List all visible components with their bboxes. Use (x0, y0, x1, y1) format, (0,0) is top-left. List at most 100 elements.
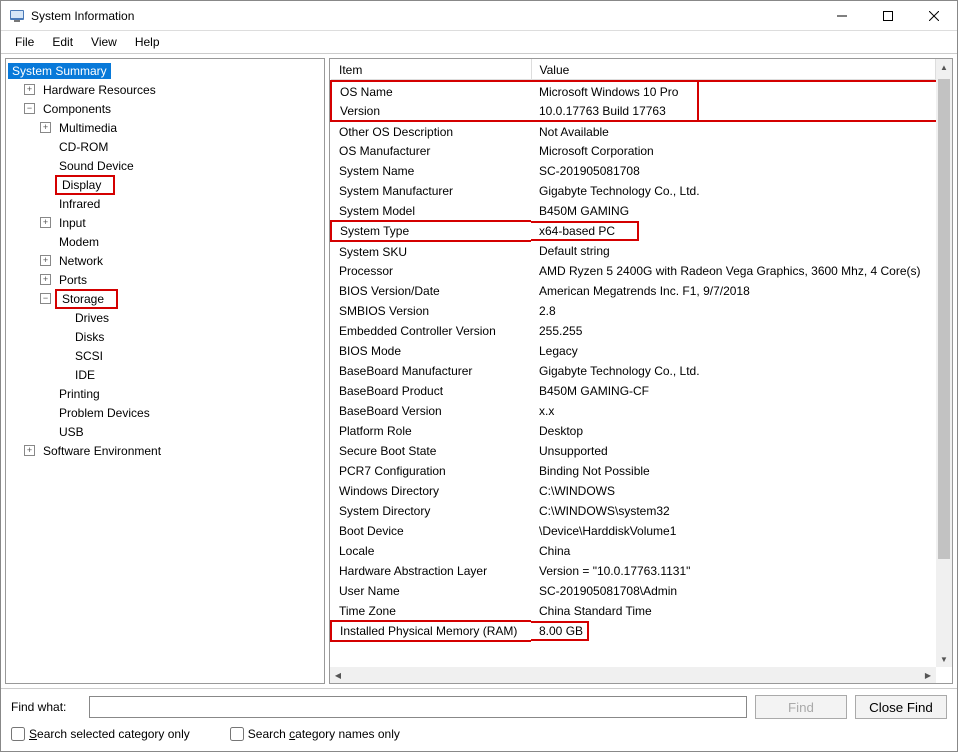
table-row[interactable]: BaseBoard ManufacturerGigabyte Technolog… (331, 361, 936, 381)
menu-help[interactable]: Help (127, 33, 168, 51)
item-cell: User Name (331, 581, 531, 601)
table-row[interactable]: System ModelB450M GAMING (331, 201, 936, 221)
table-row[interactable]: LocaleChina (331, 541, 936, 561)
tree-input[interactable]: Input (55, 215, 90, 231)
expand-icon[interactable]: + (24, 84, 35, 95)
checkbox-icon[interactable] (230, 727, 244, 741)
chk-search-selected[interactable]: Search selected category only (11, 727, 190, 741)
detail-scroll[interactable]: Item Value OS NameMicrosoft Windows 10 P… (330, 59, 952, 683)
table-row[interactable]: OS NameMicrosoft Windows 10 Pro (331, 81, 936, 101)
value-cell: Gigabyte Technology Co., Ltd. (531, 181, 936, 201)
tree-disks[interactable]: Disks (71, 329, 108, 345)
value-cell: Unsupported (531, 441, 936, 461)
maximize-button[interactable] (865, 1, 911, 30)
table-row[interactable]: Other OS DescriptionNot Available (331, 121, 936, 141)
chk-search-names[interactable]: Search category names only (230, 727, 400, 741)
tree-drives[interactable]: Drives (71, 310, 113, 326)
menu-edit[interactable]: Edit (44, 33, 81, 51)
scroll-left-icon[interactable]: ◀ (330, 667, 346, 683)
tree-software-environment[interactable]: Software Environment (39, 443, 165, 459)
table-row[interactable]: Installed Physical Memory (RAM)8.00 GB (331, 621, 936, 641)
tree-display[interactable]: Display (58, 177, 105, 193)
value-cell: Desktop (531, 421, 936, 441)
item-cell: System SKU (331, 241, 531, 261)
table-row[interactable]: Secure Boot StateUnsupported (331, 441, 936, 461)
item-cell: SMBIOS Version (331, 301, 531, 321)
table-row[interactable]: BIOS Version/DateAmerican Megatrends Inc… (331, 281, 936, 301)
scroll-up-icon[interactable]: ▲ (936, 59, 952, 75)
item-cell: Secure Boot State (331, 441, 531, 461)
table-row[interactable]: System NameSC-201905081708 (331, 161, 936, 181)
col-value[interactable]: Value (531, 59, 936, 81)
tree-modem[interactable]: Modem (55, 234, 103, 250)
item-cell: System Manufacturer (331, 181, 531, 201)
table-row[interactable]: System ManufacturerGigabyte Technology C… (331, 181, 936, 201)
table-row[interactable]: PCR7 ConfigurationBinding Not Possible (331, 461, 936, 481)
expand-icon[interactable]: + (40, 122, 51, 133)
menu-view[interactable]: View (83, 33, 125, 51)
tree-system-summary[interactable]: System Summary (8, 63, 111, 79)
table-row[interactable]: OS ManufacturerMicrosoft Corporation (331, 141, 936, 161)
find-input[interactable] (89, 696, 747, 718)
close-button[interactable] (911, 1, 957, 30)
scrollbar-thumb[interactable] (938, 79, 950, 559)
menu-file[interactable]: File (7, 33, 42, 51)
table-row[interactable]: System Typex64-based PC (331, 221, 936, 241)
close-find-button[interactable]: Close Find (855, 695, 947, 719)
item-cell: System Directory (331, 501, 531, 521)
vertical-scrollbar[interactable]: ▲ ▼ (936, 59, 952, 667)
find-button[interactable]: Find (755, 695, 847, 719)
item-cell: Hardware Abstraction Layer (331, 561, 531, 581)
collapse-icon[interactable]: − (40, 293, 51, 304)
horizontal-scrollbar[interactable]: ◀ ▶ (330, 667, 936, 683)
tree-infrared[interactable]: Infrared (55, 196, 104, 212)
table-row[interactable]: SMBIOS Version2.8 (331, 301, 936, 321)
scroll-down-icon[interactable]: ▼ (936, 651, 952, 667)
tree-ide[interactable]: IDE (71, 367, 99, 383)
value-cell: C:\WINDOWS (531, 481, 936, 501)
tree-printing[interactable]: Printing (55, 386, 104, 402)
table-row[interactable]: Windows DirectoryC:\WINDOWS (331, 481, 936, 501)
tree-sound-device[interactable]: Sound Device (55, 158, 138, 174)
value-cell: B450M GAMING (531, 201, 936, 221)
tree-storage[interactable]: Storage (58, 291, 108, 307)
table-row[interactable]: BIOS ModeLegacy (331, 341, 936, 361)
table-row[interactable]: Time ZoneChina Standard Time (331, 601, 936, 621)
table-row[interactable]: ProcessorAMD Ryzen 5 2400G with Radeon V… (331, 261, 936, 281)
tree-cdrom[interactable]: CD-ROM (55, 139, 112, 155)
tree-pane[interactable]: System Summary +Hardware Resources −Comp… (5, 58, 325, 684)
table-row[interactable]: BaseBoard ProductB450M GAMING-CF (331, 381, 936, 401)
table-row[interactable]: System SKUDefault string (331, 241, 936, 261)
table-row[interactable]: Embedded Controller Version255.255 (331, 321, 936, 341)
tree-ports[interactable]: Ports (55, 272, 91, 288)
table-row[interactable]: Platform RoleDesktop (331, 421, 936, 441)
table-row[interactable]: Hardware Abstraction LayerVersion = "10.… (331, 561, 936, 581)
table-row[interactable]: Version10.0.17763 Build 17763 (331, 101, 936, 121)
col-item[interactable]: Item (331, 59, 531, 81)
tree-problem-devices[interactable]: Problem Devices (55, 405, 154, 421)
scroll-right-icon[interactable]: ▶ (920, 667, 936, 683)
collapse-icon[interactable]: − (24, 103, 35, 114)
titlebar: System Information (1, 1, 957, 31)
expand-icon[interactable]: + (40, 217, 51, 228)
table-row[interactable]: BaseBoard Versionx.x (331, 401, 936, 421)
item-cell: Installed Physical Memory (RAM) (331, 621, 531, 641)
expand-icon[interactable]: + (40, 255, 51, 266)
expand-icon[interactable]: + (24, 445, 35, 456)
detail-pane: Item Value OS NameMicrosoft Windows 10 P… (329, 58, 953, 684)
value-cell: Microsoft Windows 10 Pro (531, 81, 936, 101)
tree-multimedia[interactable]: Multimedia (55, 120, 121, 136)
table-row[interactable]: User NameSC-201905081708\Admin (331, 581, 936, 601)
value-cell: 2.8 (531, 301, 936, 321)
tree-components[interactable]: Components (39, 101, 115, 117)
tree-usb[interactable]: USB (55, 424, 88, 440)
table-row[interactable]: System DirectoryC:\WINDOWS\system32 (331, 501, 936, 521)
minimize-button[interactable] (819, 1, 865, 30)
tree-scsi[interactable]: SCSI (71, 348, 107, 364)
tree-hardware-resources[interactable]: Hardware Resources (39, 82, 160, 98)
value-cell: 255.255 (531, 321, 936, 341)
table-row[interactable]: Boot Device\Device\HarddiskVolume1 (331, 521, 936, 541)
checkbox-icon[interactable] (11, 727, 25, 741)
tree-network[interactable]: Network (55, 253, 107, 269)
expand-icon[interactable]: + (40, 274, 51, 285)
